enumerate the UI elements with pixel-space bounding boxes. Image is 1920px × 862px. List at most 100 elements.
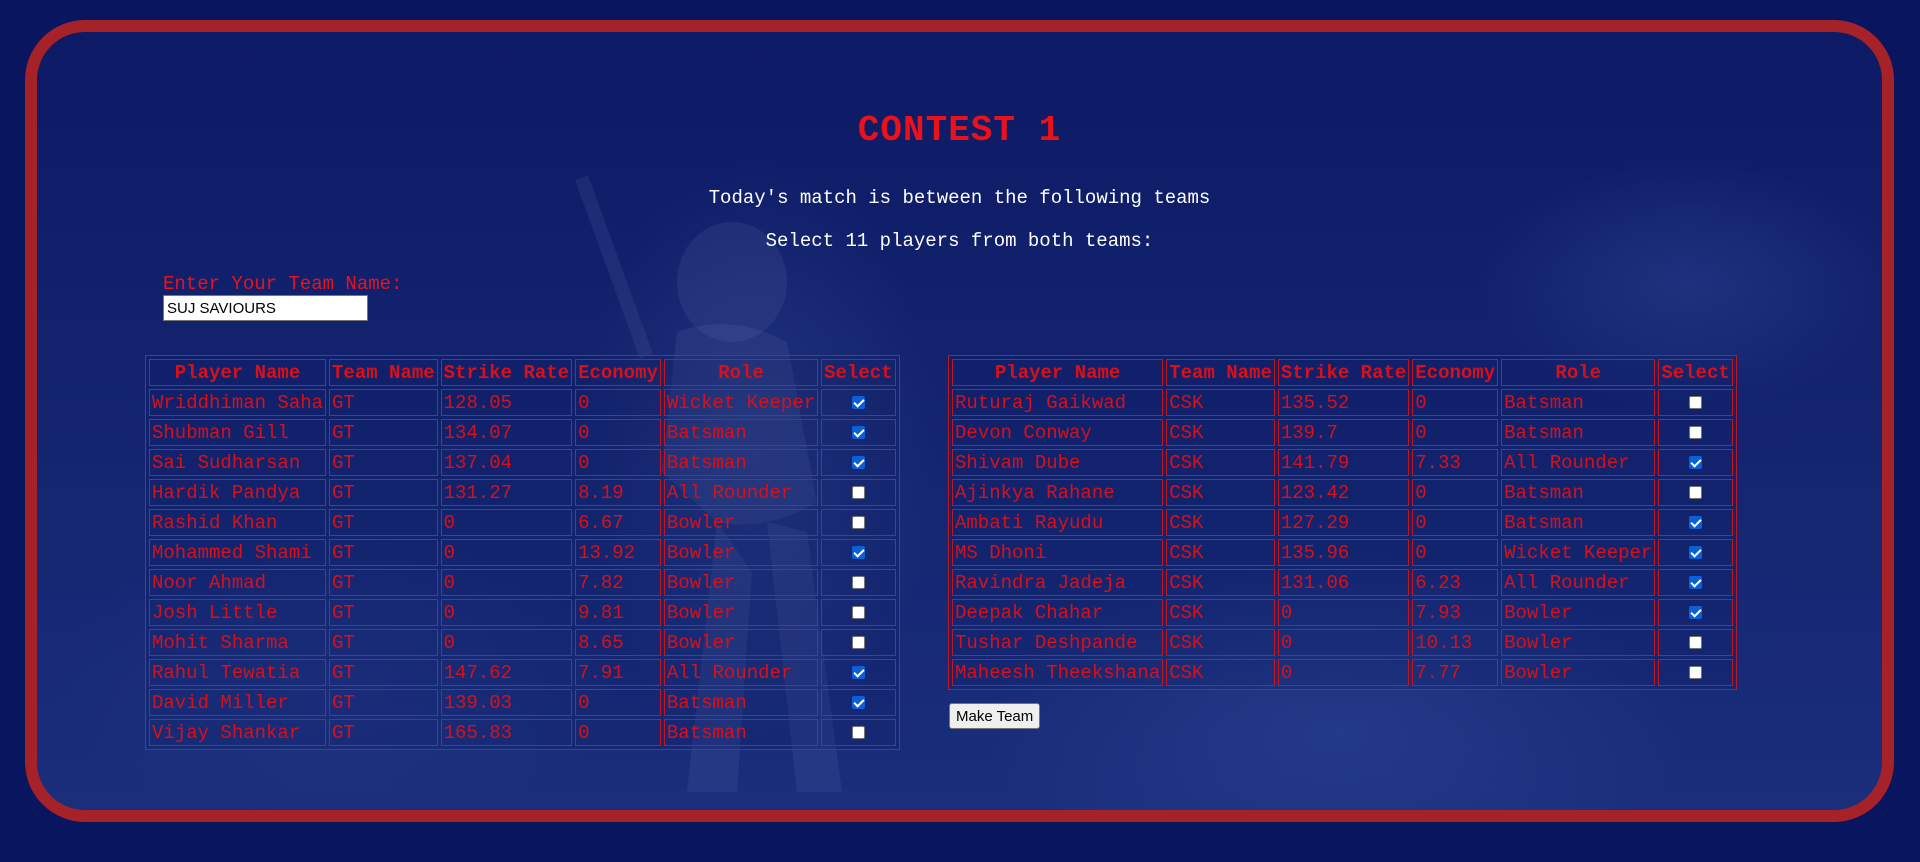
role-cell: Bowler bbox=[1501, 599, 1656, 626]
player-row: Shubman Gill GT 134.07 0 Batsman bbox=[149, 419, 896, 446]
gt-players-table: Player Name Team Name Strike Rate Econom… bbox=[145, 355, 900, 750]
column-header-team-name: Team Name bbox=[1166, 359, 1275, 386]
column-header-player-name: Player Name bbox=[149, 359, 327, 386]
player-name-cell: David Miller bbox=[149, 689, 327, 716]
player-name-cell: Devon Conway bbox=[952, 419, 1164, 446]
player-name-cell: Vijay Shankar bbox=[149, 719, 327, 746]
player-name-cell: Ruturaj Gaikwad bbox=[952, 389, 1164, 416]
select-player-checkbox[interactable] bbox=[851, 725, 865, 739]
player-row: David Miller GT 139.03 0 Batsman bbox=[149, 689, 896, 716]
team-name-input[interactable] bbox=[163, 295, 368, 321]
contest-title: CONTEST 1 bbox=[857, 110, 1062, 151]
team-name-cell: GT bbox=[329, 689, 438, 716]
select-cell bbox=[821, 629, 896, 656]
select-player-checkbox[interactable] bbox=[851, 665, 865, 679]
select-player-checkbox[interactable] bbox=[1689, 665, 1703, 679]
economy-cell: 0 bbox=[575, 719, 661, 746]
team-name-cell: CSK bbox=[1166, 419, 1275, 446]
select-cell bbox=[821, 539, 896, 566]
select-player-checkbox[interactable] bbox=[1689, 485, 1703, 499]
player-name-cell: Rahul Tewatia bbox=[149, 659, 327, 686]
player-name-cell: Sai Sudharsan bbox=[149, 449, 327, 476]
strike-rate-cell: 0 bbox=[440, 569, 573, 596]
select-player-checkbox[interactable] bbox=[1689, 635, 1703, 649]
select-cell bbox=[1658, 479, 1733, 506]
strike-rate-cell: 0 bbox=[440, 509, 573, 536]
strike-rate-cell: 131.06 bbox=[1277, 569, 1410, 596]
economy-cell: 13.92 bbox=[575, 539, 661, 566]
role-cell: Batsman bbox=[663, 689, 819, 716]
select-player-checkbox[interactable] bbox=[851, 575, 865, 589]
player-row: Josh Little GT 0 9.81 Bowler bbox=[149, 599, 896, 626]
select-player-checkbox[interactable] bbox=[851, 605, 865, 619]
strike-rate-cell: 139.7 bbox=[1277, 419, 1410, 446]
role-cell: Batsman bbox=[663, 449, 819, 476]
economy-cell: 0 bbox=[575, 419, 661, 446]
economy-cell: 0 bbox=[575, 449, 661, 476]
select-cell bbox=[821, 569, 896, 596]
select-player-checkbox[interactable] bbox=[851, 485, 865, 499]
team-name-cell: CSK bbox=[1166, 449, 1275, 476]
team-name-label: Enter Your Team Name: bbox=[163, 273, 403, 295]
select-player-checkbox[interactable] bbox=[1689, 575, 1703, 589]
team-name-cell: CSK bbox=[1166, 389, 1275, 416]
role-cell: All Rounder bbox=[663, 659, 819, 686]
select-player-checkbox[interactable] bbox=[851, 635, 865, 649]
select-player-checkbox[interactable] bbox=[1689, 515, 1703, 529]
select-player-checkbox[interactable] bbox=[851, 545, 865, 559]
economy-cell: 7.93 bbox=[1412, 599, 1499, 626]
select-player-checkbox[interactable] bbox=[851, 695, 865, 709]
team-name-cell: GT bbox=[329, 449, 438, 476]
selection-instruction: Select 11 players from both teams: bbox=[765, 230, 1154, 252]
strike-rate-cell: 0 bbox=[1277, 599, 1410, 626]
player-row: Devon Conway CSK 139.7 0 Batsman bbox=[952, 419, 1733, 446]
column-header-strike-rate: Strike Rate bbox=[440, 359, 573, 386]
column-header-strike-rate: Strike Rate bbox=[1277, 359, 1410, 386]
select-cell bbox=[1658, 539, 1733, 566]
column-header-team-name: Team Name bbox=[329, 359, 438, 386]
select-player-checkbox[interactable] bbox=[851, 455, 865, 469]
player-name-cell: MS Dhoni bbox=[952, 539, 1164, 566]
select-player-checkbox[interactable] bbox=[1689, 425, 1703, 439]
select-player-checkbox[interactable] bbox=[851, 395, 865, 409]
team-name-cell: CSK bbox=[1166, 509, 1275, 536]
team-name-cell: GT bbox=[329, 509, 438, 536]
select-player-checkbox[interactable] bbox=[1689, 455, 1703, 469]
player-name-cell: Shubman Gill bbox=[149, 419, 327, 446]
economy-cell: 10.13 bbox=[1412, 629, 1499, 656]
select-player-checkbox[interactable] bbox=[1689, 545, 1703, 559]
player-name-cell: Josh Little bbox=[149, 599, 327, 626]
match-description: Today's match is between the following t… bbox=[708, 187, 1211, 209]
player-row: Hardik Pandya GT 131.27 8.19 All Rounder bbox=[149, 479, 896, 506]
player-name-cell: Deepak Chahar bbox=[952, 599, 1164, 626]
player-row: Deepak Chahar CSK 0 7.93 Bowler bbox=[952, 599, 1733, 626]
player-name-cell: Ajinkya Rahane bbox=[952, 479, 1164, 506]
team-name-cell: GT bbox=[329, 539, 438, 566]
player-row: Tushar Deshpande CSK 0 10.13 Bowler bbox=[952, 629, 1733, 656]
select-player-checkbox[interactable] bbox=[1689, 395, 1703, 409]
player-name-cell: Tushar Deshpande bbox=[952, 629, 1164, 656]
player-row: Ambati Rayudu CSK 127.29 0 Batsman bbox=[952, 509, 1733, 536]
select-cell bbox=[1658, 509, 1733, 536]
strike-rate-cell: 0 bbox=[440, 629, 573, 656]
role-cell: All Rounder bbox=[1501, 569, 1656, 596]
table-header-row: Player Name Team Name Strike Rate Econom… bbox=[149, 359, 896, 386]
player-row: Noor Ahmad GT 0 7.82 Bowler bbox=[149, 569, 896, 596]
select-player-checkbox[interactable] bbox=[1689, 605, 1703, 619]
player-row: Shivam Dube CSK 141.79 7.33 All Rounder bbox=[952, 449, 1733, 476]
select-player-checkbox[interactable] bbox=[851, 515, 865, 529]
strike-rate-cell: 147.62 bbox=[440, 659, 573, 686]
column-header-player-name: Player Name bbox=[952, 359, 1164, 386]
select-cell bbox=[821, 479, 896, 506]
role-cell: Batsman bbox=[1501, 389, 1656, 416]
player-row: Wriddhiman Saha GT 128.05 0 Wicket Keeper bbox=[149, 389, 896, 416]
role-cell: Bowler bbox=[1501, 629, 1656, 656]
role-cell: Bowler bbox=[663, 599, 819, 626]
make-team-button[interactable]: Make Team bbox=[949, 703, 1041, 729]
player-name-cell: Mohit Sharma bbox=[149, 629, 327, 656]
team-name-cell: CSK bbox=[1166, 569, 1275, 596]
select-cell bbox=[821, 689, 896, 716]
strike-rate-cell: 135.52 bbox=[1277, 389, 1410, 416]
team-name-cell: GT bbox=[329, 389, 438, 416]
select-player-checkbox[interactable] bbox=[851, 425, 865, 439]
